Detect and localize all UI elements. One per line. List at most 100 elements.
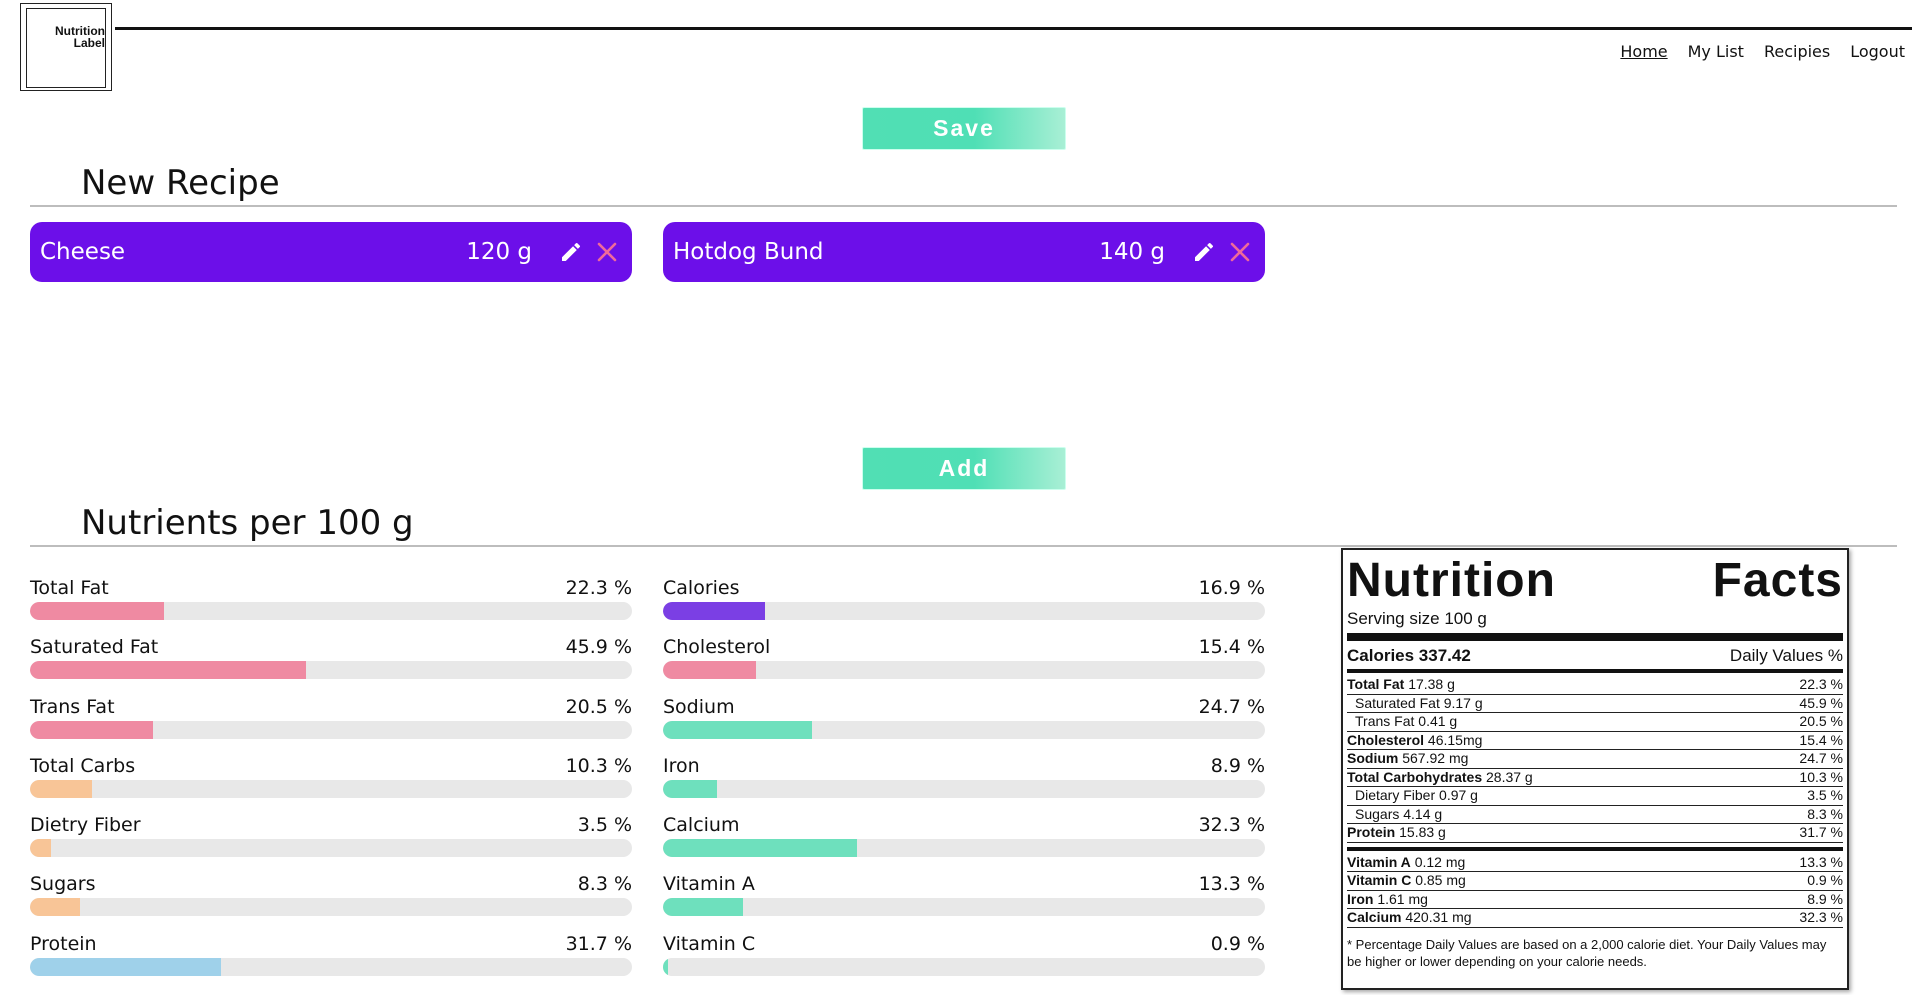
nutrient-label: Vitamin C: [663, 932, 756, 955]
nutrient-bar-fill: [663, 602, 765, 620]
close-icon[interactable]: [592, 237, 622, 267]
nutrient-percent: 13.3 %: [1198, 873, 1265, 896]
facts-nutrient-name: Protein: [1347, 824, 1396, 840]
facts-amount: 46.15mg: [1427, 731, 1483, 748]
facts-percent: 20.5 %: [1799, 713, 1843, 729]
nutrient-percent: 32.3 %: [1198, 814, 1265, 837]
nutrient-bar-fill: [30, 720, 154, 739]
nav-logout[interactable]: Logout: [1850, 42, 1905, 61]
nutrient-label: Vitamin A: [663, 873, 755, 896]
edit-icon[interactable]: [556, 237, 586, 267]
ingredient-name: Cheese: [40, 239, 126, 265]
facts-row-name: Trans Fat 0.41 g: [1347, 713, 1457, 731]
facts-nutrient-name: Sugars: [1355, 805, 1400, 822]
nav-recipes[interactable]: Recipies: [1764, 42, 1830, 61]
nutrient-percent: 45.9 %: [565, 636, 632, 659]
nutrient-percent: 22.3 %: [565, 577, 632, 599]
nutrient-bar-item: Total Carbs 10.3 %: [30, 752, 632, 811]
nutrient-bars-left: Total Fat 22.3 % Saturated Fat 45.9 % Trans …: [30, 574, 632, 989]
nutrient-bar-track: [663, 839, 1265, 858]
nav-my-list[interactable]: My List: [1688, 42, 1744, 61]
daily-values-label: Daily Values %: [1729, 646, 1843, 665]
facts-row: Iron 1.61 mg 8.9 %: [1347, 890, 1843, 909]
nutrient-bar-track: [30, 661, 632, 680]
nutrient-bar-track: [663, 720, 1265, 739]
nutrient-bar-fill: [663, 720, 812, 739]
facts-percent: 24.7 %: [1799, 750, 1843, 766]
facts-percent: 3.5 %: [1807, 787, 1843, 803]
facts-percent: 8.3 %: [1807, 805, 1843, 822]
facts-row-name: Dietary Fiber 0.97 g: [1347, 787, 1478, 805]
nutrient-bar-fill: [30, 957, 221, 976]
nutrient-bar-item: Sodium 24.7 %: [663, 693, 1265, 752]
facts-nutrient-name: Vitamin C: [1347, 872, 1412, 888]
facts-nutrient-name: Total Carbohydrates: [1347, 768, 1483, 785]
recipe-divider: [30, 205, 1897, 207]
facts-percent: 22.3 %: [1799, 676, 1843, 692]
facts-percent: 45.9 %: [1799, 694, 1843, 711]
facts-nutrient-name: Vitamin A: [1347, 853, 1411, 870]
facts-percent: 13.3 %: [1799, 853, 1843, 870]
nav-home[interactable]: Home: [1620, 42, 1667, 61]
save-button[interactable]: Save: [862, 107, 1066, 150]
nutrient-bar-labels: Dietry Fiber 3.5 %: [30, 811, 632, 839]
facts-amount: 420.31 mg: [1405, 909, 1472, 925]
nutrient-bar-track: [663, 661, 1265, 680]
nutrient-label: Dietry Fiber: [30, 814, 141, 837]
facts-title-left: Nutrition: [1347, 554, 1556, 607]
facts-amount: 17.38 g: [1408, 676, 1455, 692]
nutrient-bar-track: [30, 957, 632, 976]
facts-percent: 8.9 %: [1807, 890, 1843, 907]
nutrient-bar-track: [663, 898, 1265, 917]
facts-row-name: Sugars 4.14 g: [1347, 806, 1442, 824]
facts-amount: 28.37 g: [1486, 768, 1533, 785]
nutrient-bar-fill: [30, 661, 307, 680]
facts-row-name: Protein 15.83 g: [1347, 824, 1446, 842]
recipe-title: New Recipe: [81, 163, 280, 203]
nutrient-label: Protein: [30, 932, 97, 955]
nutrient-bar-item: Protein 31.7 %: [30, 930, 632, 989]
nutrients-divider: [30, 545, 1897, 547]
edit-icon[interactable]: [1189, 237, 1219, 267]
facts-title: Nutrition Facts: [1347, 554, 1843, 608]
nutrient-bar-track: [30, 602, 632, 620]
facts-nutrient-name: Dietary Fiber: [1355, 787, 1436, 803]
nutrient-label: Sodium: [663, 695, 735, 718]
facts-row-name: Calcium 420.31 mg: [1347, 909, 1472, 927]
close-icon[interactable]: [1225, 237, 1255, 267]
nutrient-label: Cholesterol: [663, 636, 771, 659]
nutrient-percent: 24.7 %: [1198, 695, 1265, 718]
facts-amount: 0.12 mg: [1414, 853, 1466, 870]
nutrient-bar-fill: [30, 898, 80, 917]
nutrient-bar-item: Dietry Fiber 3.5 %: [30, 811, 632, 870]
facts-percent: 31.7 %: [1799, 824, 1843, 840]
facts-nutrient-name: Sodium: [1347, 750, 1399, 766]
nutrient-bar-item: Vitamin A 13.3 %: [663, 870, 1265, 929]
nutrient-bars-right: Calories 16.9 % Cholesterol 15.4 % Sodium 24.…: [663, 574, 1265, 989]
nutrient-bar-item: Trans Fat 20.5 %: [30, 693, 632, 752]
facts-row: Calcium 420.31 mg 32.3 %: [1347, 909, 1843, 928]
nutrient-percent: 16.9 %: [1198, 577, 1265, 599]
nutrient-percent: 8.9 %: [1210, 754, 1265, 777]
nutrient-percent: 8.3 %: [577, 873, 632, 896]
ingredient-chip: Hotdog Bund 140 g: [663, 222, 1265, 282]
add-button[interactable]: Add: [862, 447, 1066, 490]
nutrient-bar-item: Calcium 32.3 %: [663, 811, 1265, 870]
facts-nutrient-name: Saturated Fat: [1355, 694, 1440, 711]
facts-thick-rule: [1347, 633, 1843, 641]
facts-amount: 15.83 g: [1399, 824, 1446, 840]
nutrient-bar-item: Sugars 8.3 %: [30, 870, 632, 929]
facts-percent: 32.3 %: [1799, 909, 1843, 925]
nutrient-bar-labels: Iron 8.9 %: [663, 752, 1265, 780]
serving-size: Serving size 100 g: [1347, 609, 1487, 628]
logo[interactable]: Nutrition Label: [26, 8, 106, 88]
nutrient-bar-labels: Calcium 32.3 %: [663, 811, 1265, 839]
facts-row: Sodium 567.92 mg 24.7 %: [1347, 750, 1843, 769]
facts-row-name: Vitamin A 0.12 mg: [1347, 854, 1465, 872]
nutrient-percent: 15.4 %: [1198, 636, 1265, 659]
nutrient-bar-fill: [663, 661, 756, 680]
facts-amount: 0.41 g: [1418, 713, 1458, 729]
nutrient-bar-track: [30, 898, 632, 917]
nutrient-bar-track: [30, 839, 632, 858]
facts-percent: 10.3 %: [1799, 768, 1843, 785]
